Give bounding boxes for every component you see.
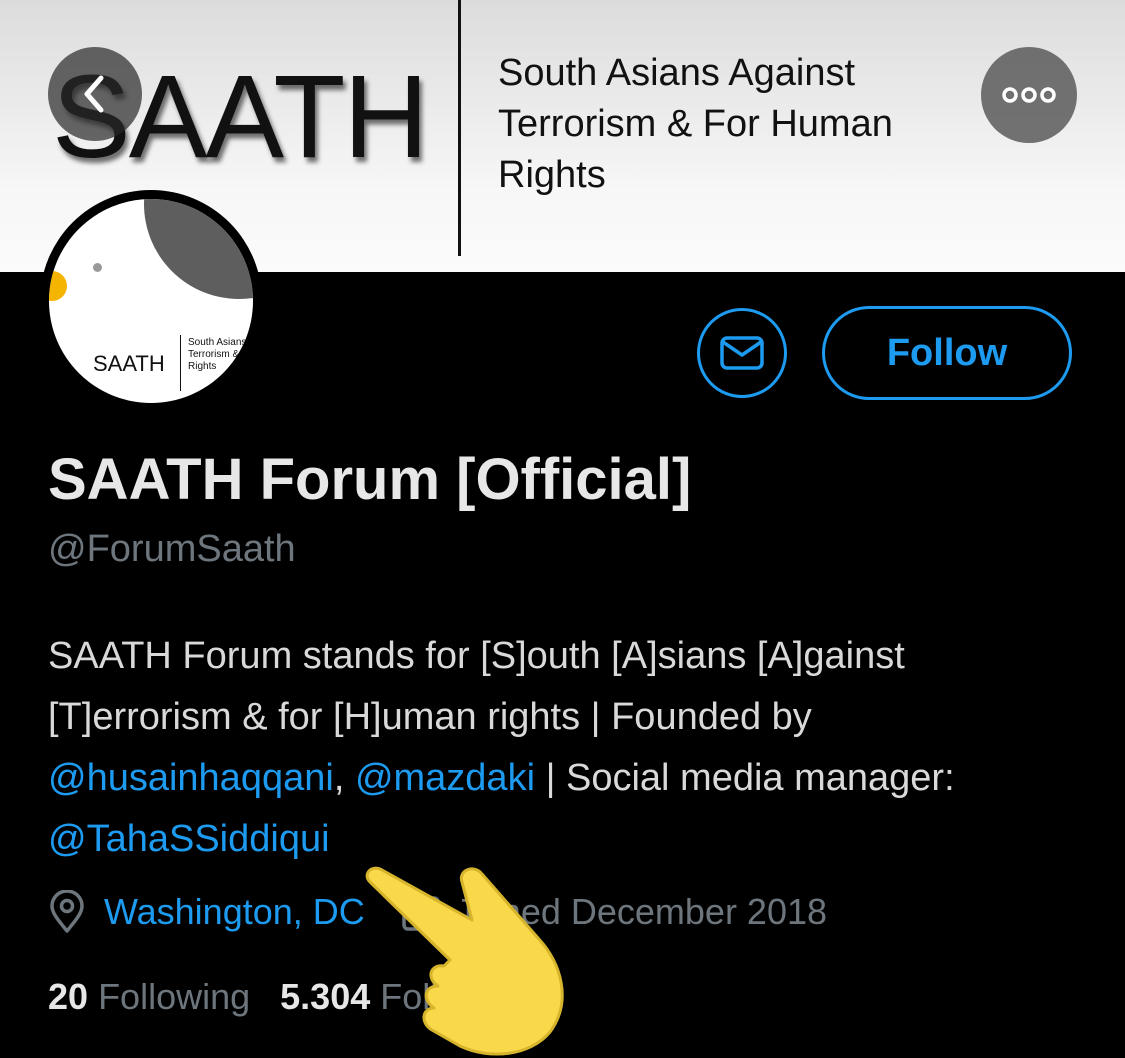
bio-text: ,	[333, 757, 355, 799]
location-pin-icon	[50, 890, 84, 933]
chevron-left-icon	[84, 75, 104, 113]
avatar-grey-shape	[144, 199, 253, 299]
following-count: 20	[48, 976, 89, 1017]
more-options-button[interactable]	[981, 47, 1077, 143]
more-horizontal-icon	[1002, 87, 1056, 103]
display-name: SAATH Forum [Official]	[48, 447, 692, 512]
follow-button[interactable]: Follow	[822, 306, 1072, 400]
avatar-dot	[93, 263, 102, 272]
profile-avatar[interactable]: SAATH South Asians Terrorism & Rights	[40, 190, 262, 412]
bio-text: SAATH Forum stands for [S]outh [A]sians …	[48, 635, 905, 738]
avatar-yellow-shape	[49, 271, 67, 301]
banner-divider	[458, 0, 461, 256]
mention-link[interactable]: @husainhaqqani	[48, 757, 334, 799]
avatar-divider	[180, 335, 181, 391]
avatar-image: SAATH South Asians Terrorism & Rights	[49, 199, 253, 403]
pointing-hand-emoji	[365, 866, 564, 1056]
following-stat[interactable]: 20 Following	[48, 976, 250, 1017]
banner-tagline: South Asians Against Terrorism & For Hum…	[498, 52, 893, 196]
mention-link[interactable]: @TahaSSiddiqui	[48, 818, 330, 860]
following-label: Following	[98, 976, 251, 1017]
user-handle: @ForumSaath	[48, 528, 296, 570]
location-link[interactable]: Washington, DC	[104, 891, 365, 933]
mention-link[interactable]: @mazdaki	[355, 757, 535, 799]
mail-icon	[720, 336, 764, 370]
profile-bio: SAATH Forum stands for [S]outh [A]sians …	[48, 626, 1088, 870]
avatar-logo-text: SAATH	[93, 351, 165, 376]
bio-text: | Social media manager:	[535, 757, 955, 799]
back-button[interactable]	[48, 47, 142, 141]
message-button[interactable]	[697, 308, 787, 398]
avatar-tagline: South Asians Terrorism & Rights	[188, 337, 247, 372]
